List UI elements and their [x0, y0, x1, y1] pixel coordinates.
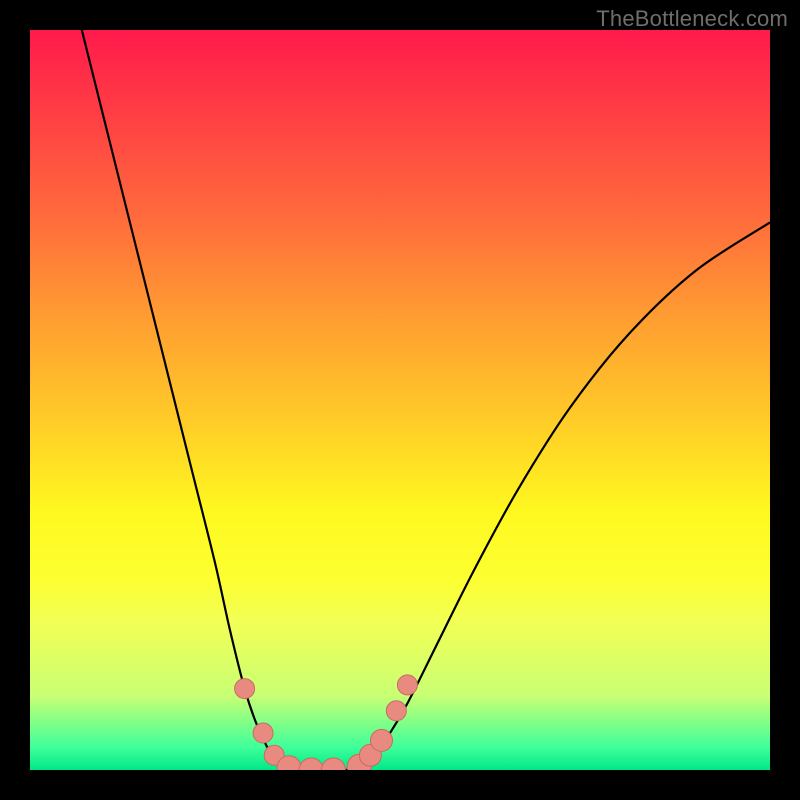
curve-marker	[371, 729, 393, 751]
curve-markers	[235, 675, 418, 770]
curve-marker	[235, 679, 255, 699]
watermark-text: TheBottleneck.com	[596, 6, 788, 32]
curve-right-branch	[356, 222, 770, 770]
chart-svg	[30, 30, 770, 770]
curve-marker	[386, 701, 406, 721]
curve-left-branch	[82, 30, 297, 770]
chart-plot-area	[30, 30, 770, 770]
curve-marker	[299, 758, 323, 770]
curve-marker	[321, 758, 345, 770]
curve-marker	[253, 723, 273, 743]
curve-marker	[397, 675, 417, 695]
